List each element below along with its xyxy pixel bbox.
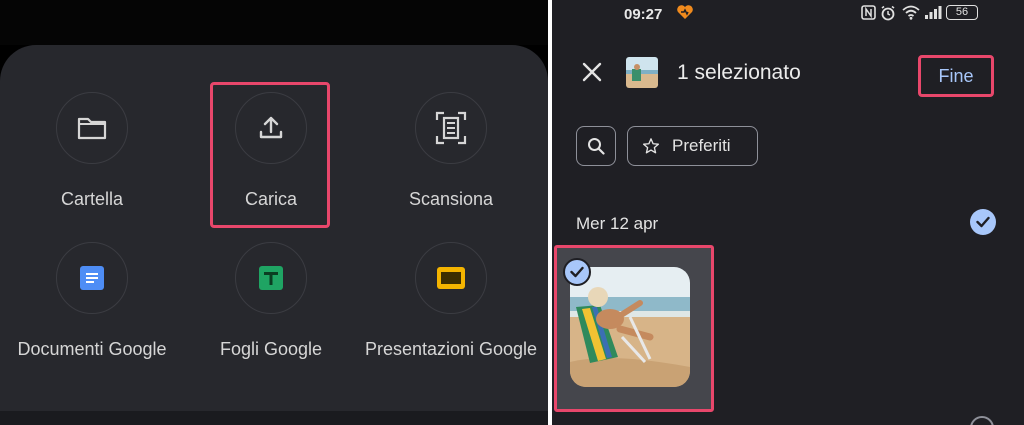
upload-highlight [210, 82, 330, 228]
create-folder-option[interactable]: Cartella [2, 92, 182, 222]
nfc-icon [861, 5, 876, 23]
folder-label: Cartella [60, 189, 124, 209]
google-docs-label: Documenti Google [17, 339, 167, 359]
google-sheets-label: Fogli Google [219, 339, 323, 359]
search-icon [588, 138, 605, 155]
check-icon [976, 216, 990, 228]
star-icon [642, 138, 660, 154]
status-time: 09:27 [624, 6, 663, 23]
signal-icon [924, 5, 942, 23]
select-all-date-checkbox[interactable] [970, 209, 996, 235]
scan-icon [415, 92, 487, 164]
folder-icon [56, 92, 128, 164]
google-docs-option[interactable]: Documenti Google [2, 242, 182, 372]
photo-picker-panel: 09:27 56 1 selezionato Fine Preferiti Me… [552, 0, 1024, 425]
search-button[interactable] [576, 126, 616, 166]
google-slides-option[interactable]: Presentazioni Google [361, 242, 541, 372]
wifi-icon [902, 5, 920, 23]
google-slides-label: Presentazioni Google [364, 339, 538, 359]
done-button[interactable]: Fine [918, 55, 994, 97]
favorites-filter-chip[interactable]: Preferiti [627, 126, 758, 166]
alarm-icon [880, 5, 896, 24]
close-icon [582, 62, 602, 82]
date-section-label: Mer 12 apr [576, 214, 659, 233]
favorites-label: Preferiti [672, 136, 731, 155]
selection-count-title: 1 selezionato [677, 61, 801, 84]
scan-label: Scansiona [408, 189, 494, 209]
battery-indicator: 56 [946, 5, 978, 20]
photo-highlight [554, 245, 714, 412]
scan-option[interactable]: Scansiona [361, 92, 541, 222]
top-bar [0, 0, 548, 45]
create-new-panel: Cartella Carica Scansiona Documenti Goog… [0, 0, 548, 425]
heart-notification-icon [676, 4, 694, 23]
close-button[interactable] [578, 58, 606, 86]
google-docs-icon [56, 242, 128, 314]
selected-thumbnail [626, 57, 658, 88]
google-slides-icon [415, 242, 487, 314]
google-sheets-option[interactable]: Fogli Google [181, 242, 361, 372]
navigation-bar [0, 411, 548, 425]
bottom-sheet: Cartella Carica Scansiona Documenti Goog… [0, 45, 548, 425]
select-checkbox[interactable] [970, 416, 994, 425]
google-sheets-icon [235, 242, 307, 314]
